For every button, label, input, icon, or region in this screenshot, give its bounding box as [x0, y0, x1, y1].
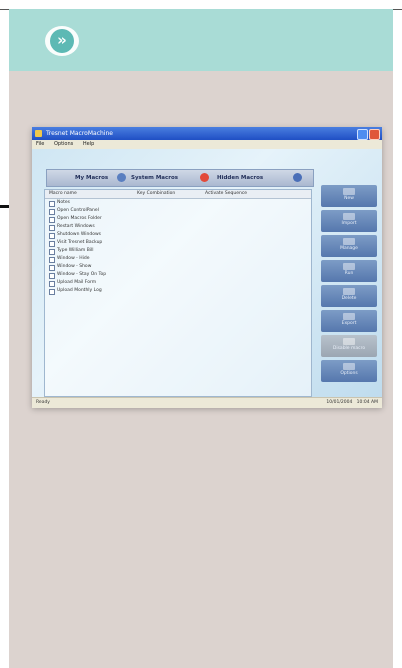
action-panel: New Import Manage Run Delete Export Disa… — [321, 185, 377, 395]
status-bar: Ready 10/01/2004 10:04 AM — [32, 397, 382, 408]
side-marker — [0, 205, 9, 208]
run-icon — [343, 263, 355, 270]
macro-name: Type William Bill — [57, 248, 94, 253]
list-item[interactable]: Window - Show — [45, 263, 311, 271]
macro-name: Restart Windows — [57, 224, 95, 229]
tab-hidden-macros[interactable]: Hidden Macros — [217, 170, 263, 186]
delete-button[interactable]: Delete — [321, 285, 377, 307]
hidden-macros-icon — [200, 173, 209, 182]
export-icon — [343, 313, 355, 320]
page-card: » Tresnet MacroMachine File Options Help… — [9, 9, 393, 668]
refresh-icon[interactable] — [293, 173, 302, 182]
list-item[interactable]: Open Macros Folder — [45, 215, 311, 223]
column-key-combination[interactable]: Key Combination — [137, 190, 175, 198]
menu-file[interactable]: File — [36, 141, 44, 147]
macro-list: Macro name Key Combination Activate Sequ… — [44, 189, 312, 397]
run-label: Run — [344, 271, 354, 276]
delete-icon — [343, 288, 355, 295]
list-rows: Notes Open ControlPanel Open Macros Folder… — [45, 199, 311, 295]
manage-label: Manage — [340, 246, 358, 251]
macro-name: Window - Hide — [57, 256, 90, 261]
macro-tabs: My Macros System Macros Hidden Macros — [46, 169, 314, 187]
options-label: Options — [340, 371, 358, 376]
options-icon — [343, 363, 355, 370]
list-item[interactable]: Shutdown Windows — [45, 231, 311, 239]
options-button[interactable]: Options — [321, 360, 377, 382]
macro-name: Visit Tresnet Backup — [57, 240, 103, 245]
macro-name: Window - Stay On Top — [57, 272, 107, 277]
manage-button[interactable]: Manage — [321, 235, 377, 257]
import-button[interactable]: Import — [321, 210, 377, 232]
menu-options[interactable]: Options — [54, 141, 73, 147]
list-item[interactable]: Upload Mail Form — [45, 279, 311, 287]
menu-help[interactable]: Help — [83, 141, 94, 147]
macro-name: Shutdown Windows — [57, 232, 101, 237]
status-time: 10:04 AM — [356, 400, 378, 405]
status-text: Ready — [36, 400, 50, 405]
tab-system-macros[interactable]: System Macros — [131, 170, 178, 186]
window-title: Tresnet MacroMachine — [46, 130, 113, 137]
status-date: 10/01/2004 — [326, 400, 353, 405]
disable-macro-button[interactable]: Disable macro — [321, 335, 377, 357]
window-titlebar: Tresnet MacroMachine — [32, 127, 382, 140]
new-button[interactable]: New — [321, 185, 377, 207]
header-banner: » — [9, 9, 393, 71]
macro-name: Window - Show — [57, 264, 92, 269]
macro-name: Notes — [57, 200, 70, 205]
system-macros-icon — [117, 173, 126, 182]
app-icon — [35, 130, 42, 137]
macro-name: Open ControlPanel — [57, 208, 99, 213]
macro-name: Upload Monthly Log — [57, 288, 102, 293]
double-chevron-icon: » — [50, 29, 74, 53]
manage-icon — [343, 238, 355, 245]
list-item[interactable]: Upload Monthly Log — [45, 287, 311, 295]
disable-label: Disable macro — [332, 346, 366, 351]
list-item[interactable]: Open ControlPanel — [45, 207, 311, 215]
list-item[interactable]: Window - Hide — [45, 255, 311, 263]
close-icon[interactable] — [369, 129, 380, 140]
tab-my-macros[interactable]: My Macros — [75, 170, 108, 186]
app-screenshot: Tresnet MacroMachine File Options Help M… — [32, 127, 382, 408]
help-icon[interactable] — [357, 129, 368, 140]
forward-badge-icon: » — [45, 26, 79, 56]
new-icon — [343, 188, 355, 195]
macro-name: Open Macros Folder — [57, 216, 102, 221]
column-activate-sequence[interactable]: Activate Sequence — [205, 190, 247, 198]
import-label: Import — [341, 221, 357, 226]
export-button[interactable]: Export — [321, 310, 377, 332]
column-macro-name[interactable]: Macro name — [49, 190, 77, 198]
import-icon — [343, 213, 355, 220]
list-item[interactable]: Window - Stay On Top — [45, 271, 311, 279]
list-item[interactable]: Notes — [45, 199, 311, 207]
list-item[interactable]: Restart Windows — [45, 223, 311, 231]
macro-icon — [49, 289, 55, 295]
export-label: Export — [341, 321, 357, 326]
disable-icon — [343, 338, 355, 345]
run-button[interactable]: Run — [321, 260, 377, 282]
delete-label: Delete — [341, 296, 357, 301]
list-header: Macro name Key Combination Activate Sequ… — [45, 190, 311, 199]
new-label: New — [344, 196, 354, 201]
macro-name: Upload Mail Form — [57, 280, 97, 285]
list-item[interactable]: Visit Tresnet Backup — [45, 239, 311, 247]
menu-bar: File Options Help — [32, 140, 382, 149]
window-content: My Macros System Macros Hidden Macros Ma… — [32, 149, 382, 397]
list-item[interactable]: Type William Bill — [45, 247, 311, 255]
status-datetime: 10/01/2004 10:04 AM — [326, 398, 378, 408]
